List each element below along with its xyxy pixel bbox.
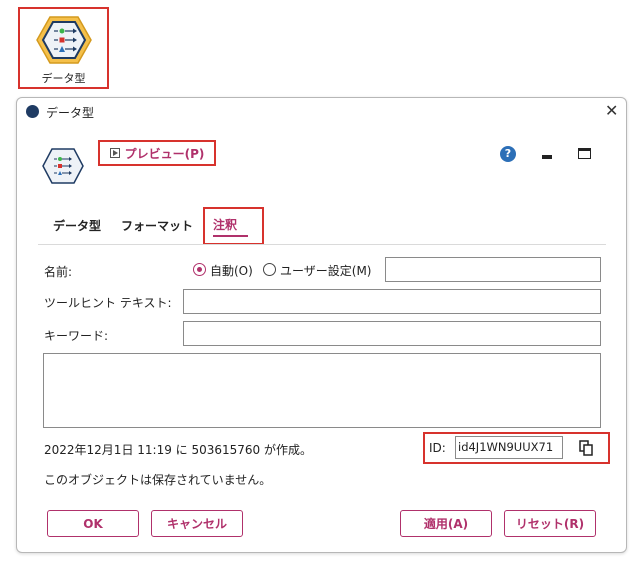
radio-auto-label[interactable]: 自動(O) xyxy=(210,262,253,279)
ok-button[interactable]: OK xyxy=(47,510,139,537)
id-label: ID: xyxy=(429,441,446,455)
name-label: 名前: xyxy=(44,265,73,279)
close-icon[interactable]: ✕ xyxy=(605,101,618,120)
cancel-button[interactable]: キャンセル xyxy=(151,510,243,537)
preview-label: プレビュー(P) xyxy=(124,146,205,161)
tab-format[interactable]: フォーマット xyxy=(121,217,193,234)
radio-auto[interactable] xyxy=(193,263,206,276)
tooltip-label: ツールヒント テキスト: xyxy=(44,296,172,310)
minimize-icon[interactable] xyxy=(542,155,552,159)
type-node-icon[interactable] xyxy=(36,15,92,65)
tooltip-input[interactable] xyxy=(183,289,601,314)
maximize-icon[interactable] xyxy=(578,148,591,159)
id-field[interactable]: id4J1WN9UUX71 xyxy=(455,436,563,459)
dialog-title: データ型 xyxy=(46,106,95,120)
canvas-node-label: データ型 xyxy=(41,72,86,85)
keywords-input[interactable] xyxy=(183,321,601,346)
app-icon xyxy=(26,105,39,118)
apply-button[interactable]: 適用(A) xyxy=(400,510,492,537)
tab-type[interactable]: データ型 xyxy=(53,217,101,234)
type-node-icon xyxy=(42,148,84,184)
dialog-titlebar[interactable]: データ型 ✕ xyxy=(17,98,626,126)
radio-custom[interactable] xyxy=(263,263,276,276)
active-tab-indicator xyxy=(213,235,248,237)
annotation-dialog: データ型 ✕ プレビュー(P) ? データ型 フォーマット 注釈 名前: 自動(… xyxy=(16,97,627,553)
keywords-label: キーワード: xyxy=(44,329,109,343)
tab-annotation[interactable]: 注釈 xyxy=(213,216,237,233)
name-input[interactable] xyxy=(385,257,601,282)
copy-icon[interactable] xyxy=(579,440,593,456)
created-info: 2022年12月1日 11:19 に 503615760 が作成。 xyxy=(44,443,312,457)
save-status: このオブジェクトは保存されていません。 xyxy=(44,473,272,487)
play-icon xyxy=(109,148,120,158)
radio-custom-label[interactable]: ユーザー設定(M) xyxy=(280,262,371,279)
tab-divider xyxy=(38,244,606,245)
preview-button[interactable]: プレビュー(P) xyxy=(98,140,216,166)
annotation-textarea[interactable] xyxy=(43,353,601,428)
help-icon[interactable]: ? xyxy=(500,146,516,162)
reset-button[interactable]: リセット(R) xyxy=(504,510,596,537)
